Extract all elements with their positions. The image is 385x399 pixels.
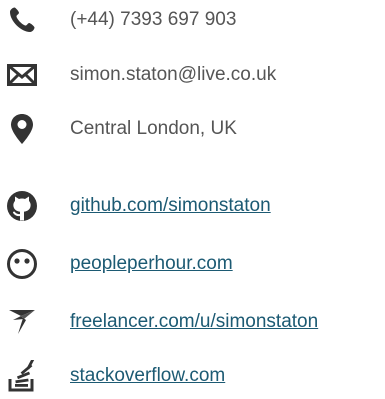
contact-item-email: simon.staton@live.co.uk	[0, 55, 385, 95]
contact-item-location: Central London, UK	[0, 109, 385, 149]
contact-item-freelancer: freelancer.com/u/simonstaton	[0, 302, 385, 342]
stackoverflow-link[interactable]: stackoverflow.com	[70, 364, 225, 388]
freelancer-icon	[4, 304, 40, 340]
map-marker-icon	[4, 111, 40, 147]
location-text: Central London, UK	[70, 118, 237, 139]
peopleperhour-icon	[4, 246, 40, 282]
phone-icon	[4, 2, 40, 38]
contact-item-peopleperhour: peopleperhour.com	[0, 244, 385, 284]
phone-number: (+44) 7393 697 903	[70, 9, 237, 30]
contact-list: (+44) 7393 697 903 simon.staton@live.co.…	[0, 0, 385, 399]
peopleperhour-link[interactable]: peopleperhour.com	[70, 252, 233, 276]
contact-item-stackoverflow: stackoverflow.com	[0, 356, 385, 396]
github-icon	[4, 188, 40, 224]
freelancer-link[interactable]: freelancer.com/u/simonstaton	[70, 310, 318, 334]
stackoverflow-icon	[4, 358, 40, 394]
envelope-icon	[4, 57, 40, 93]
email-address: simon.staton@live.co.uk	[70, 64, 277, 85]
github-link[interactable]: github.com/simonstaton	[70, 194, 271, 218]
contact-item-github: github.com/simonstaton	[0, 186, 385, 226]
contact-item-phone: (+44) 7393 697 903	[0, 0, 385, 40]
